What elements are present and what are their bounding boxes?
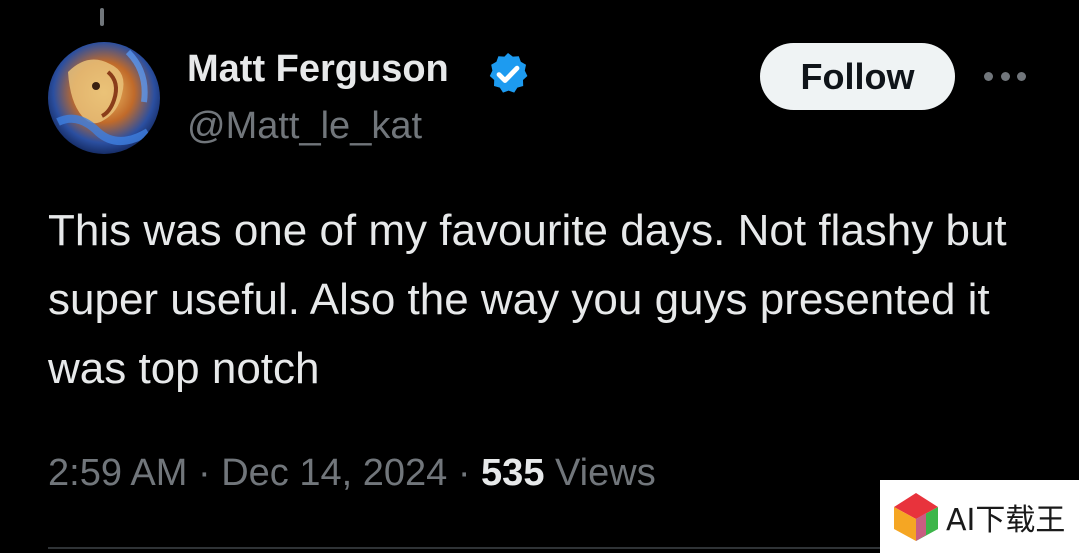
watermark-logo-icon [894,492,938,541]
author-handle[interactable]: @Matt_le_kat [187,105,422,148]
more-dot [1000,71,1010,81]
verified-badge-icon [489,53,528,93]
meta-separator: · [187,452,222,494]
more-dot [1017,71,1026,81]
follow-button[interactable]: Follow [760,43,955,110]
views-count: 535 [481,452,545,494]
meta-separator: · [447,452,482,494]
tweet-meta: 2:59 AM · Dec 14, 2024 · 535 Views [48,452,656,495]
more-options-icon[interactable] [984,67,1026,85]
profile-avatar-icon [48,42,160,154]
author-display-name[interactable]: Matt Ferguson [187,48,449,91]
watermark-text: AI下载王 [946,502,1066,538]
author-avatar[interactable] [48,42,160,154]
tweet-date[interactable]: Dec 14, 2024 [221,452,447,494]
thread-connector-line [100,8,104,26]
views-label: Views [555,452,656,494]
tweet-time[interactable]: 2:59 AM [48,452,187,494]
tweet-body-text: This was one of my favourite days. Not f… [48,206,1007,393]
watermark: AI下载王 [880,480,1079,553]
more-dot [984,71,993,81]
